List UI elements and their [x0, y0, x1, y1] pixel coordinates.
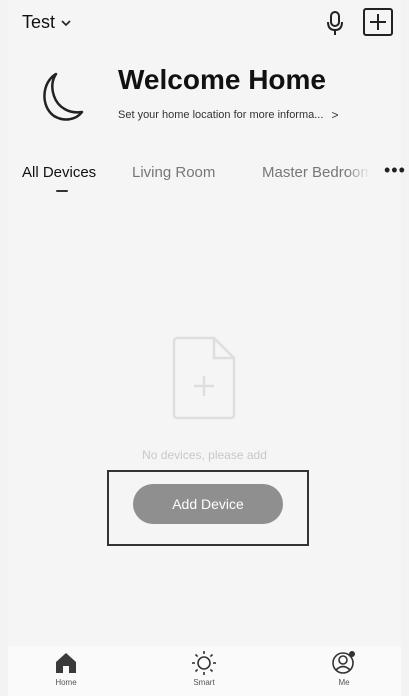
- set-location-link[interactable]: Set your home location for more informa.…: [118, 108, 338, 122]
- more-tabs-icon[interactable]: •••: [384, 160, 406, 181]
- microphone-icon[interactable]: [326, 10, 344, 36]
- nav-me[interactable]: Me: [314, 650, 374, 687]
- moon-icon: [43, 72, 84, 121]
- bottom-nav: Home Smart Me: [8, 646, 401, 696]
- nav-home[interactable]: Home: [36, 650, 96, 687]
- tab-living-room[interactable]: Living Room: [132, 164, 215, 181]
- add-button[interactable]: [363, 8, 393, 36]
- home-icon: [56, 653, 76, 673]
- add-file-icon: [172, 336, 236, 420]
- welcome-subtitle: Set your home location for more informa.…: [118, 109, 324, 121]
- plus-icon: [370, 14, 386, 30]
- welcome-title: Welcome Home: [118, 64, 326, 95]
- nav-smart-label: Smart: [193, 678, 215, 687]
- nav-me-label: Me: [338, 678, 350, 687]
- sun-icon: [192, 651, 216, 675]
- nav-smart[interactable]: Smart: [174, 650, 234, 687]
- active-tab-indicator: [56, 190, 68, 192]
- tab-master-bedroom-clip: Master Bedroom: [262, 164, 370, 186]
- home-name: Test: [22, 12, 56, 32]
- chevron-right-icon: >: [331, 108, 339, 122]
- nav-home-label: Home: [55, 678, 77, 687]
- room-tabs: All Devices Living Room Master Bedroom •…: [22, 160, 405, 188]
- tab-master-bedroom[interactable]: Master Bedroom: [262, 164, 370, 181]
- app-screen: Test Welcome Home Set your home location…: [8, 0, 405, 696]
- add-device-button[interactable]: Add Device: [133, 484, 283, 524]
- chevron-down-icon: [61, 19, 71, 26]
- user-icon: [332, 651, 355, 674]
- empty-state-text: No devices, please add: [142, 448, 267, 462]
- tab-all-devices[interactable]: All Devices: [22, 164, 96, 181]
- home-switcher[interactable]: Test: [22, 12, 71, 33]
